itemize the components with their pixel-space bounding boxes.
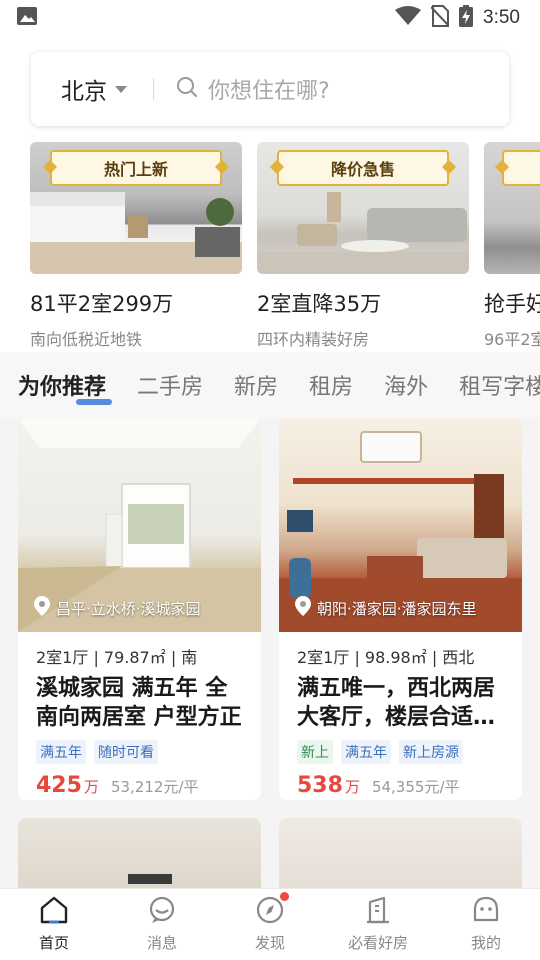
listing-card[interactable]: 昌平·立水桥·溪城家园 2室1厅 | 79.87㎡ | 南 溪城家园 满五年 全… xyxy=(18,418,261,800)
listing-price: 538 万 54,355元/平 xyxy=(297,773,504,798)
battery-charging-icon xyxy=(459,5,474,31)
promo-card[interactable]: 降价急售 2室直降35万 四环内精装好房 xyxy=(257,142,469,350)
promo-image: 降价急售 xyxy=(257,142,469,274)
city-label: 北京 xyxy=(61,79,107,105)
promo-subtitle: 四环内精装好房 xyxy=(257,330,370,349)
search-bar: 北京 你想住在哪? xyxy=(31,52,509,126)
search-placeholder: 你想住在哪? xyxy=(208,79,330,104)
compass-icon xyxy=(255,896,285,928)
listing-feed: 昌平·立水桥·溪城家园 2室1厅 | 79.87㎡ | 南 溪城家园 满五年 全… xyxy=(0,418,540,888)
notification-badge xyxy=(280,892,289,901)
listing-photo: 昌平·立水桥·溪城家园 xyxy=(18,418,261,632)
listing-tags: 满五年 随时可看 xyxy=(36,740,243,764)
listing-tag: 满五年 xyxy=(341,740,391,764)
listing-tags: 新上 满五年 新上房源 xyxy=(297,740,504,764)
status-time: 3:50 xyxy=(483,7,520,28)
search-divider xyxy=(153,78,154,100)
building-icon xyxy=(363,896,393,928)
listing-card[interactable]: 朝阳·潘家园·潘家园东里 2室1厅 | 98.98㎡ | 西北 满五唯一，西北两… xyxy=(279,418,522,800)
price-unit: 万 xyxy=(83,778,99,796)
price-unit: 万 xyxy=(344,778,360,796)
no-sim-icon xyxy=(430,5,450,31)
promo-image xyxy=(484,142,540,274)
promo-title: 2室直降35万 xyxy=(257,292,382,316)
price-total: 538 xyxy=(297,773,343,798)
listing-location: 昌平·立水桥·溪城家园 xyxy=(34,596,201,620)
promo-banner xyxy=(502,150,540,186)
listing-tag: 新上房源 xyxy=(399,740,463,764)
bottom-nav: 首页 消息 发现 必看好房 我的 xyxy=(0,888,540,960)
tab-new-homes[interactable]: 新房 xyxy=(234,369,278,401)
home-icon xyxy=(39,896,69,928)
price-per-sqm: 53,212元/平 xyxy=(110,778,199,796)
caret-down-icon xyxy=(115,85,127,93)
promo-title: 81平2室299万 xyxy=(30,292,174,316)
listing-card-partial[interactable] xyxy=(279,818,522,888)
nav-messages[interactable]: 消息 xyxy=(112,896,212,953)
price-total: 425 xyxy=(36,773,82,798)
nav-profile[interactable]: 我的 xyxy=(436,896,536,953)
category-tabs: 为你推荐 二手房 新房 租房 海外 租写字楼 xyxy=(0,352,540,418)
nav-label: 首页 xyxy=(38,934,69,952)
listing-tag: 随时可看 xyxy=(94,740,158,764)
promo-banner: 降价急售 xyxy=(277,150,449,186)
nav-label: 我的 xyxy=(470,934,501,952)
listing-title: 满五唯一，西北两居大客厅，楼层合适采光好 xyxy=(297,676,496,730)
city-picker[interactable]: 北京 xyxy=(31,52,127,126)
tab-second-hand[interactable]: 二手房 xyxy=(137,369,203,401)
listing-price: 425 万 53,212元/平 xyxy=(36,773,243,798)
promo-subtitle: 南向低税近地铁 xyxy=(30,330,143,349)
listing-card-partial[interactable] xyxy=(18,818,261,888)
promo-image: 热门上新 xyxy=(30,142,242,274)
price-per-sqm: 54,355元/平 xyxy=(371,778,460,796)
nav-home[interactable]: 首页 xyxy=(4,896,104,953)
location-pin-icon xyxy=(295,596,311,620)
promo-card[interactable]: 热门上新 81平2室299万 南向低税近地铁 xyxy=(30,142,242,350)
listing-specs: 2室1厅 | 98.98㎡ | 西北 xyxy=(297,648,475,667)
nav-label: 消息 xyxy=(146,934,177,952)
nav-discover[interactable]: 发现 xyxy=(220,892,320,953)
message-icon xyxy=(147,896,177,928)
promo-title: 抢手好 xyxy=(484,292,540,316)
status-bar: 3:50 xyxy=(0,0,540,36)
nav-label: 发现 xyxy=(254,934,285,952)
promo-subtitle: 96平2室 xyxy=(484,330,540,349)
promo-carousel: 热门上新 81平2室299万 南向低税近地铁 降价急售 2室直降35万 四环内精… xyxy=(0,142,540,350)
listing-tag: 满五年 xyxy=(36,740,86,764)
listing-tag: 新上 xyxy=(297,740,333,764)
listing-photo: 朝阳·潘家园·潘家园东里 xyxy=(279,418,522,632)
tab-overseas[interactable]: 海外 xyxy=(384,369,428,401)
tab-office-rental[interactable]: 租写字楼 xyxy=(459,369,540,401)
listing-location: 朝阳·潘家园·潘家园东里 xyxy=(295,596,477,620)
image-icon xyxy=(16,6,38,30)
listing-title: 溪城家园 满五年 全南向两居室 户型方正 xyxy=(36,676,242,730)
tab-rental[interactable]: 租房 xyxy=(309,369,353,401)
tab-recommend[interactable]: 为你推荐 xyxy=(18,369,113,405)
search-input[interactable]: 你想住在哪? xyxy=(176,52,509,126)
promo-card[interactable]: 抢手好 96平2室 xyxy=(484,142,540,350)
status-icons: 3:50 xyxy=(395,5,520,31)
promo-banner: 热门上新 xyxy=(50,150,222,186)
search-icon xyxy=(176,76,198,102)
nav-must-see[interactable]: 必看好房 xyxy=(328,896,428,953)
listing-specs: 2室1厅 | 79.87㎡ | 南 xyxy=(36,648,198,667)
profile-icon xyxy=(471,896,501,928)
nav-label: 必看好房 xyxy=(347,934,408,952)
wifi-icon xyxy=(395,6,422,30)
location-pin-icon xyxy=(34,596,50,620)
